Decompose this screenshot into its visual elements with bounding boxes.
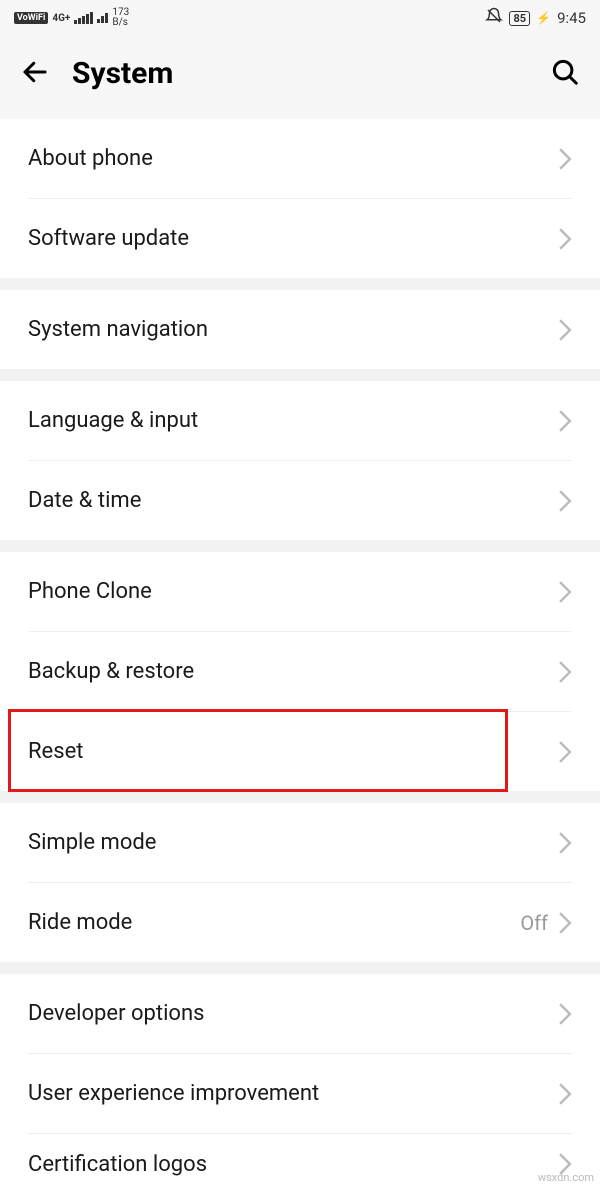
page-title: System bbox=[72, 56, 528, 91]
settings-group: About phone Software update bbox=[0, 119, 600, 278]
row-label: Software update bbox=[28, 226, 558, 251]
settings-row-phone-clone[interactable]: Phone Clone bbox=[0, 552, 600, 631]
settings-row-about-phone[interactable]: About phone bbox=[0, 119, 600, 198]
network-speed: 173 B/s bbox=[112, 8, 129, 28]
settings-row-backup-restore[interactable]: Backup & restore bbox=[0, 632, 600, 711]
chevron-right-icon bbox=[558, 912, 572, 934]
page-header: System bbox=[0, 36, 600, 119]
row-label: Date & time bbox=[28, 488, 558, 513]
settings-row-certification-logos[interactable]: Certification logos bbox=[0, 1134, 600, 1194]
row-label: Simple mode bbox=[28, 830, 558, 855]
chevron-right-icon bbox=[558, 661, 572, 683]
settings-row-system-navigation[interactable]: System navigation bbox=[0, 290, 600, 369]
chevron-right-icon bbox=[558, 741, 572, 763]
settings-row-software-update[interactable]: Software update bbox=[0, 199, 600, 278]
settings-row-simple-mode[interactable]: Simple mode bbox=[0, 803, 600, 882]
chevron-right-icon bbox=[558, 319, 572, 341]
chevron-right-icon bbox=[558, 1003, 572, 1025]
settings-row-date-time[interactable]: Date & time bbox=[0, 461, 600, 540]
settings-row-language-input[interactable]: Language & input bbox=[0, 381, 600, 460]
network-speed-unit: B/s bbox=[112, 18, 129, 28]
chevron-right-icon bbox=[558, 1083, 572, 1105]
settings-row-developer-options[interactable]: Developer options bbox=[0, 974, 600, 1053]
row-label: Phone Clone bbox=[28, 579, 558, 604]
status-right: 85 ⚡ 9:45 bbox=[485, 7, 586, 29]
settings-group: Developer options User experience improv… bbox=[0, 974, 600, 1194]
row-label: Certification logos bbox=[28, 1152, 558, 1177]
search-button[interactable] bbox=[550, 57, 580, 91]
row-label: Developer options bbox=[28, 1001, 558, 1026]
charging-icon: ⚡ bbox=[536, 11, 551, 25]
settings-row-ride-mode[interactable]: Ride mode Off bbox=[0, 883, 600, 962]
row-label: About phone bbox=[28, 146, 558, 171]
settings-group: Phone Clone Backup & restore Reset bbox=[0, 552, 600, 791]
watermark: wsxdn.com bbox=[538, 1171, 594, 1184]
settings-row-user-experience-improvement[interactable]: User experience improvement bbox=[0, 1054, 600, 1133]
status-bar: VoWiFi 4G+ 173 B/s 85 ⚡ 9:45 bbox=[0, 0, 600, 36]
battery-level: 85 bbox=[513, 12, 526, 25]
settings-group: Language & input Date & time bbox=[0, 381, 600, 540]
chevron-right-icon bbox=[558, 832, 572, 854]
wifi-icon bbox=[97, 13, 108, 23]
chevron-right-icon bbox=[558, 148, 572, 170]
chevron-right-icon bbox=[558, 581, 572, 603]
status-left: VoWiFi 4G+ 173 B/s bbox=[14, 8, 129, 28]
settings-group: Simple mode Ride mode Off bbox=[0, 803, 600, 962]
dnd-icon bbox=[485, 7, 503, 29]
battery-indicator: 85 bbox=[509, 11, 530, 26]
row-label: User experience improvement bbox=[28, 1081, 558, 1106]
vowifi-badge: VoWiFi bbox=[14, 12, 48, 24]
chevron-right-icon bbox=[558, 410, 572, 432]
row-label: Backup & restore bbox=[28, 659, 558, 684]
settings-group: System navigation bbox=[0, 290, 600, 369]
network-type-label: 4G+ bbox=[52, 13, 70, 24]
chevron-right-icon bbox=[558, 490, 572, 512]
signal-icon bbox=[74, 12, 93, 24]
clock: 9:45 bbox=[557, 9, 586, 27]
settings-row-reset[interactable]: Reset bbox=[0, 712, 600, 791]
row-label: System navigation bbox=[28, 317, 558, 342]
row-label: Language & input bbox=[28, 408, 558, 433]
row-label: Reset bbox=[28, 739, 558, 764]
row-value: Off bbox=[520, 911, 548, 935]
back-button[interactable] bbox=[20, 57, 50, 91]
chevron-right-icon bbox=[558, 228, 572, 250]
row-label: Ride mode bbox=[28, 910, 520, 935]
